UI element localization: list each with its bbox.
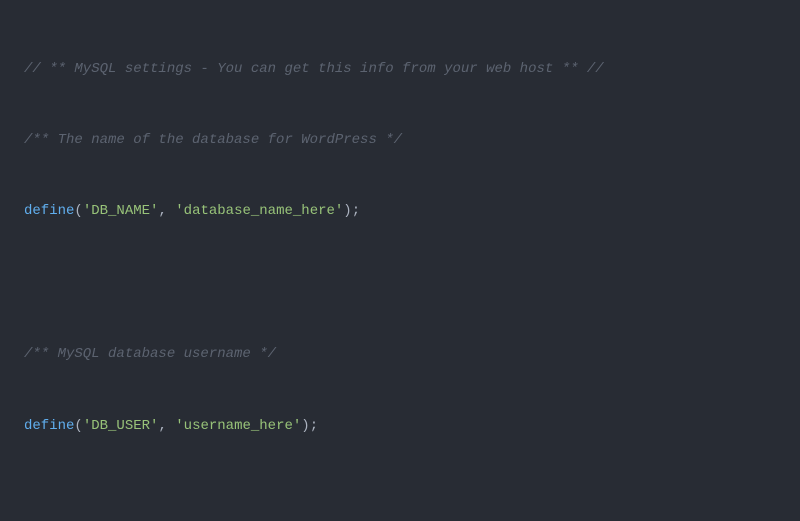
blank-line (24, 272, 776, 296)
comma: , (158, 203, 175, 219)
code-line: define('DB_USER', 'username_here'); (24, 415, 776, 439)
code-line: /** The name of the database for WordPre… (24, 129, 776, 153)
code-line: // ** MySQL settings - You can get this … (24, 58, 776, 82)
string-key: 'DB_USER' (83, 418, 159, 434)
string-val: 'username_here' (175, 418, 301, 434)
blank-line (24, 486, 776, 510)
code-block: // ** MySQL settings - You can get this … (0, 0, 800, 521)
comment: // ** MySQL settings - You can get this … (24, 61, 604, 77)
paren-open: ( (74, 418, 82, 434)
comment: /** The name of the database for WordPre… (24, 132, 402, 148)
string-val: 'database_name_here' (175, 203, 343, 219)
close-semi: ); (301, 418, 318, 434)
comma: , (158, 418, 175, 434)
function-name: define (24, 418, 74, 434)
code-line: /** MySQL database username */ (24, 343, 776, 367)
close-semi: ); (343, 203, 360, 219)
string-key: 'DB_NAME' (83, 203, 159, 219)
function-name: define (24, 203, 74, 219)
comment: /** MySQL database username */ (24, 346, 276, 362)
code-line: define('DB_NAME', 'database_name_here'); (24, 200, 776, 224)
paren-open: ( (74, 203, 82, 219)
